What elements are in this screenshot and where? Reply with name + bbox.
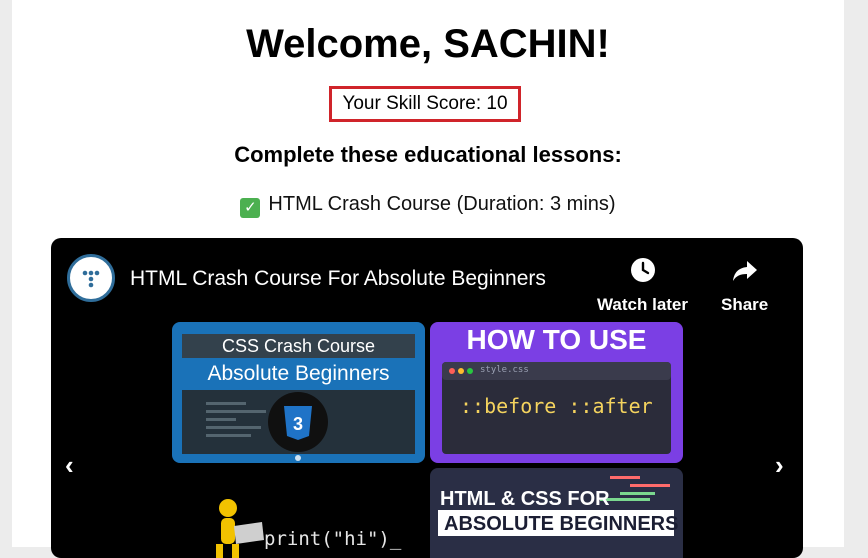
thumbnail-filename: style.css [480, 365, 529, 375]
share-arrow-icon [732, 261, 757, 281]
svg-text:3: 3 [293, 414, 303, 434]
lesson-label: HTML Crash Course (Duration: 3 mins) [268, 193, 616, 215]
welcome-heading: Welcome, SACHIN! [246, 22, 610, 66]
share-label: Share [721, 295, 769, 314]
clock-icon [630, 258, 655, 282]
related-video-thumbnail[interactable]: HOW TO USE style.css ::before ::after [430, 322, 683, 463]
thumbnail-line2: Absolute Beginners [207, 362, 390, 385]
channel-logo[interactable] [67, 254, 115, 302]
related-video-thumbnail[interactable]: HTML & CSS FOR ABSOLUTE BEGINNERS [430, 468, 683, 558]
related-video-thumbnail[interactable]: print("hi")_ [172, 468, 425, 558]
video-title[interactable]: HTML Crash Course For Absolute Beginners [130, 267, 546, 291]
thumbnail-line1: HTML & CSS FOR [440, 488, 610, 510]
page-container: Welcome, SACHIN! Your Skill Score: 10 Co… [12, 0, 844, 558]
skill-score-box: Your Skill Score: 10 [329, 86, 521, 122]
related-video-thumbnail[interactable]: 3 CSS Crash Course Absolute Beginners [172, 322, 425, 463]
thumbnail-heading: HOW TO USE [466, 324, 647, 355]
lesson-item[interactable]: ✓ HTML Crash Course (Duration: 3 mins) [12, 193, 844, 218]
watch-later-button[interactable]: Watch later [597, 256, 688, 315]
channel-logo-icon [82, 270, 100, 288]
check-mark-icon: ✓ [240, 198, 261, 218]
lessons-heading: Complete these educational lessons: [234, 142, 622, 167]
thumbnail-line1: CSS Crash Course [221, 336, 376, 356]
thumbnail-line2: ABSOLUTE BEGINNERS [444, 513, 679, 535]
thumbnail-code: ::before ::after [460, 394, 653, 418]
chevron-left-icon[interactable]: ‹ [65, 450, 74, 481]
share-button[interactable]: Share [721, 256, 768, 315]
chevron-right-icon[interactable]: › [775, 450, 784, 481]
watch-later-label: Watch later [597, 295, 689, 314]
video-player[interactable]: HTML Crash Course For Absolute Beginners… [51, 238, 803, 558]
